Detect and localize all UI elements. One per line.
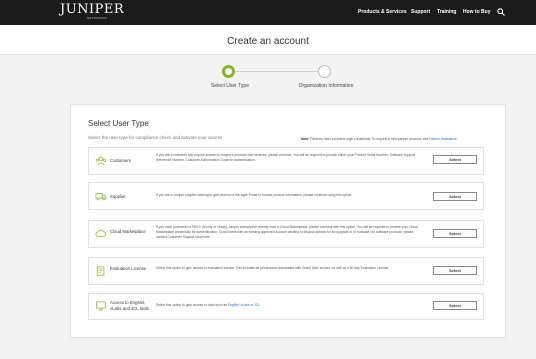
step-1-indicator [222,65,235,78]
note-text: Partners have exclusive login credential… [309,137,430,141]
partner-assistance-link[interactable]: Partner Assistance [429,137,457,141]
nav-training[interactable]: Training [437,9,456,15]
engnet-tools-link[interactable]: EngNet, vLabs or JCL [228,303,260,307]
row-label: Access to EngNet, vLabs and JCL tools [110,300,149,311]
juniper-logo[interactable]: JUNIPER [60,3,124,16]
row-description: Select this option to gain access to eva… [156,266,390,270]
select-supplier-button[interactable]: Select [433,192,477,201]
card-title: Select User Type [88,119,149,128]
select-customers-button[interactable]: Select [433,155,477,164]
card-subtitle: Select the user type for compliance chec… [88,135,223,140]
row-description: If you have purchased a PAYG (Hourly or … [156,225,418,239]
row-description: If you are a customer and require access… [156,153,416,162]
monitor-icon [96,301,106,311]
nav-how-to-buy[interactable]: How to Buy [463,9,491,15]
row-label: Evaluation License [110,266,147,271]
select-cloud-marketplace-button[interactable]: Select [433,229,477,238]
row-cloud-marketplace: Cloud Marketplace If you have purchased … [88,220,484,248]
page-header: Create an account [0,25,536,55]
page-title: Create an account [227,36,309,47]
select-engnet-button[interactable]: Select [433,301,477,310]
row-description: If you are a Juniper supplier wishing to… [156,193,353,197]
row-description-end: . [260,303,262,307]
step-2-label: Organization Information [298,83,354,89]
users-icon [95,156,107,166]
row-evaluation-license: Evaluation License Select this option to… [88,257,484,285]
search-icon[interactable] [497,8,505,16]
cloud-icon [95,229,107,237]
row-description-text: Select this option to gain access to too… [156,303,228,307]
logo-subtext: NETWORKS [87,16,107,20]
select-evaluation-license-button[interactable]: Select [433,266,477,275]
partner-note: Note: Partners have exclusive login cred… [301,137,457,141]
license-icon [96,266,105,276]
row-description: Select this option to gain access to too… [156,303,424,308]
nav-support[interactable]: Support [411,9,430,15]
top-nav-bar: JUNIPER NETWORKS Products & Services Sup… [0,0,536,25]
truck-icon [95,193,107,201]
nav-products-services[interactable]: Products & Services [358,9,407,15]
step-1-label: Select User Type [211,83,249,89]
row-label: Cloud Marketplace [110,229,146,234]
row-label: Supplier [110,194,126,199]
row-label: Customers [110,158,131,163]
step-2-indicator [318,65,331,78]
row-customers: Customers If you are a customer and requ… [88,147,484,175]
row-engnet-access: Access to EngNet, vLabs and JCL tools Se… [88,293,484,320]
row-supplier: Supplier If you are a Juniper supplier w… [88,182,484,210]
stepper-connector [236,71,318,72]
